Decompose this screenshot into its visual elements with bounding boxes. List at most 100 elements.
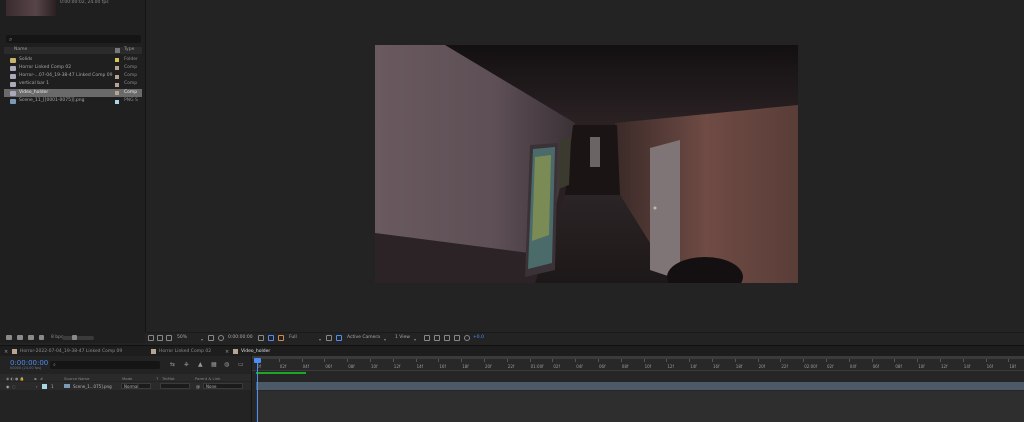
new-comp-icon[interactable] bbox=[28, 335, 34, 340]
always-preview-icon[interactable] bbox=[148, 335, 154, 341]
visibility-eye-icon[interactable]: ◉ bbox=[6, 384, 10, 389]
timeline-search-input[interactable]: ⌕ bbox=[50, 361, 160, 369]
parent-link-header[interactable]: Parent & Link bbox=[195, 376, 220, 381]
ruler-tick-label: 06f bbox=[872, 364, 880, 369]
trkmat-header[interactable]: TrkMat bbox=[162, 376, 175, 381]
source-name-header[interactable]: Source Name bbox=[64, 376, 89, 381]
view-layout-dropdown[interactable]: 1 View bbox=[395, 335, 410, 341]
label-swatch bbox=[151, 349, 156, 354]
index-column: # bbox=[40, 375, 44, 381]
magnification-dropdown[interactable]: 50% bbox=[177, 335, 187, 341]
project-item[interactable]: Horror Linked Comp 02 Comp bbox=[4, 64, 142, 72]
chevron-down-icon[interactable]: ▾ bbox=[384, 337, 386, 342]
chevron-down-icon[interactable]: ▾ bbox=[414, 337, 416, 342]
ruler-tick-mark bbox=[575, 359, 577, 362]
ruler-tick-mark bbox=[529, 359, 531, 362]
flowchart-icon[interactable] bbox=[39, 335, 44, 340]
playhead-line[interactable] bbox=[257, 358, 258, 422]
project-toolbar: 8 bpc bbox=[0, 332, 145, 343]
project-search-input[interactable]: ⌕ bbox=[6, 35, 141, 43]
flowchart-icon[interactable] bbox=[454, 335, 460, 341]
grid-guides-icon[interactable] bbox=[166, 335, 172, 341]
timeline-track-area[interactable]: 0f 02f 04f 06f 08f 10f 12f 14f 16f 18f 20f 22f 01:00… bbox=[252, 356, 1024, 422]
project-item[interactable]: Solids Folder bbox=[4, 56, 142, 64]
ruler-tick-mark bbox=[871, 359, 873, 362]
close-icon[interactable]: × bbox=[4, 349, 8, 355]
snapshot-icon[interactable] bbox=[258, 335, 264, 341]
comp-mini-flowchart-icon[interactable]: ⇆ bbox=[170, 361, 177, 368]
ruler-tick-mark bbox=[780, 359, 782, 362]
time-ruler[interactable]: 0f 02f 04f 06f 08f 10f 12f 14f 16f 18f 20f 22f 01:00… bbox=[252, 359, 1024, 371]
ruler-tick-mark bbox=[848, 359, 850, 362]
label-swatch[interactable] bbox=[115, 74, 119, 79]
chevron-down-icon[interactable]: ▾ bbox=[201, 337, 203, 342]
layer-label-swatch[interactable] bbox=[42, 384, 47, 389]
project-item-name: Scene_11_[[0001-0075]].png bbox=[19, 98, 85, 103]
shy-layers-icon[interactable]: ▲ bbox=[198, 361, 205, 368]
project-item-name: Horror-...07-04_19-38-47 Linked Comp 09 bbox=[19, 73, 113, 79]
fit-frame-icon[interactable] bbox=[208, 335, 214, 341]
label-swatch[interactable] bbox=[115, 66, 119, 71]
motion-blur-icon[interactable]: ◍ bbox=[224, 361, 231, 368]
project-item[interactable]: Scene_11_[[0001-0075]].png PNG S bbox=[4, 98, 142, 106]
label-swatch[interactable] bbox=[115, 91, 119, 96]
column-type-header[interactable]: Type bbox=[124, 47, 134, 53]
pickwhip-icon[interactable]: @ bbox=[196, 384, 200, 389]
label-swatch[interactable] bbox=[115, 82, 119, 87]
chevron-down-icon[interactable]: ▾ bbox=[319, 337, 321, 342]
trkmat-select[interactable] bbox=[160, 383, 190, 389]
label-column-icon: ▪ bbox=[34, 375, 37, 381]
thumbnail-size-slider[interactable] bbox=[62, 336, 94, 340]
exposure-reset-icon[interactable] bbox=[464, 335, 470, 341]
mode-header[interactable]: Mode bbox=[122, 376, 132, 381]
label-swatch[interactable] bbox=[115, 99, 119, 104]
ruler-tick-mark bbox=[598, 359, 599, 362]
ruler-tick-mark bbox=[894, 359, 896, 362]
project-item[interactable]: vertical bar 1 Comp bbox=[4, 81, 142, 89]
draft-3d-icon[interactable]: ⎈ bbox=[184, 361, 191, 368]
exposure-value[interactable]: +0.0 bbox=[473, 335, 484, 341]
ruler-tick-label: 04f bbox=[849, 364, 857, 369]
ruler-tick-mark bbox=[962, 359, 964, 362]
label-tag-icon[interactable] bbox=[115, 48, 120, 53]
region-of-interest-icon[interactable] bbox=[326, 335, 332, 341]
timeline-link-icon[interactable] bbox=[444, 335, 450, 341]
audio-icon[interactable]: ◌ bbox=[12, 384, 16, 389]
layer-duration-bar[interactable] bbox=[256, 382, 1024, 390]
interpret-footage-icon[interactable] bbox=[6, 335, 12, 340]
mask-visibility-icon[interactable] bbox=[157, 335, 163, 341]
current-time-display[interactable]: 0:00:00:00 bbox=[228, 335, 253, 341]
fast-previews-icon[interactable] bbox=[434, 335, 440, 341]
transparency-grid-icon[interactable] bbox=[336, 335, 342, 341]
resolution-dropdown[interactable]: Full bbox=[289, 335, 297, 341]
playhead-handle[interactable] bbox=[254, 358, 261, 363]
label-swatch[interactable] bbox=[115, 58, 119, 62]
toggle-pixel-aspect-icon[interactable] bbox=[424, 335, 430, 341]
layer-row[interactable]: ◉ ◌ › 1 Scene_1...075].png Normal @ None bbox=[0, 382, 251, 390]
layer-source-name[interactable]: Scene_1...075].png bbox=[73, 384, 112, 389]
expand-arrow-icon[interactable]: › bbox=[36, 384, 38, 389]
show-channel-icon[interactable] bbox=[268, 335, 274, 341]
ruler-tick-mark bbox=[940, 359, 941, 362]
graph-editor-icon[interactable]: ▭ bbox=[238, 361, 245, 368]
composition-icon bbox=[10, 82, 16, 88]
ruler-tick-mark bbox=[620, 359, 622, 362]
color-management-icon[interactable] bbox=[278, 335, 284, 341]
tab-label: Horror-2022-07-04_19-38-47 Linked Comp 0… bbox=[20, 348, 123, 354]
project-item[interactable]: Horror-...07-04_19-38-47 Linked Comp 09 C… bbox=[4, 73, 142, 81]
project-item-type: Comp bbox=[124, 89, 138, 95]
refresh-icon[interactable] bbox=[218, 335, 224, 341]
frame-blending-icon[interactable]: ▦ bbox=[211, 361, 218, 368]
project-item[interactable]: Video_holder Comp bbox=[4, 89, 142, 98]
new-folder-icon[interactable] bbox=[17, 335, 23, 340]
t-header[interactable]: T bbox=[156, 376, 158, 381]
layer-index: 1 bbox=[51, 384, 54, 389]
column-name-header[interactable]: Name bbox=[14, 47, 27, 53]
camera-view-dropdown[interactable]: Active Camera bbox=[347, 335, 380, 341]
project-item-name: vertical bar 1 bbox=[19, 81, 49, 87]
composition-frame[interactable] bbox=[375, 45, 798, 283]
close-icon[interactable]: × bbox=[225, 349, 229, 355]
png-sequence-icon bbox=[64, 384, 70, 388]
trash-icon[interactable] bbox=[72, 335, 77, 340]
ruler-tick-label: 06f bbox=[599, 364, 606, 369]
